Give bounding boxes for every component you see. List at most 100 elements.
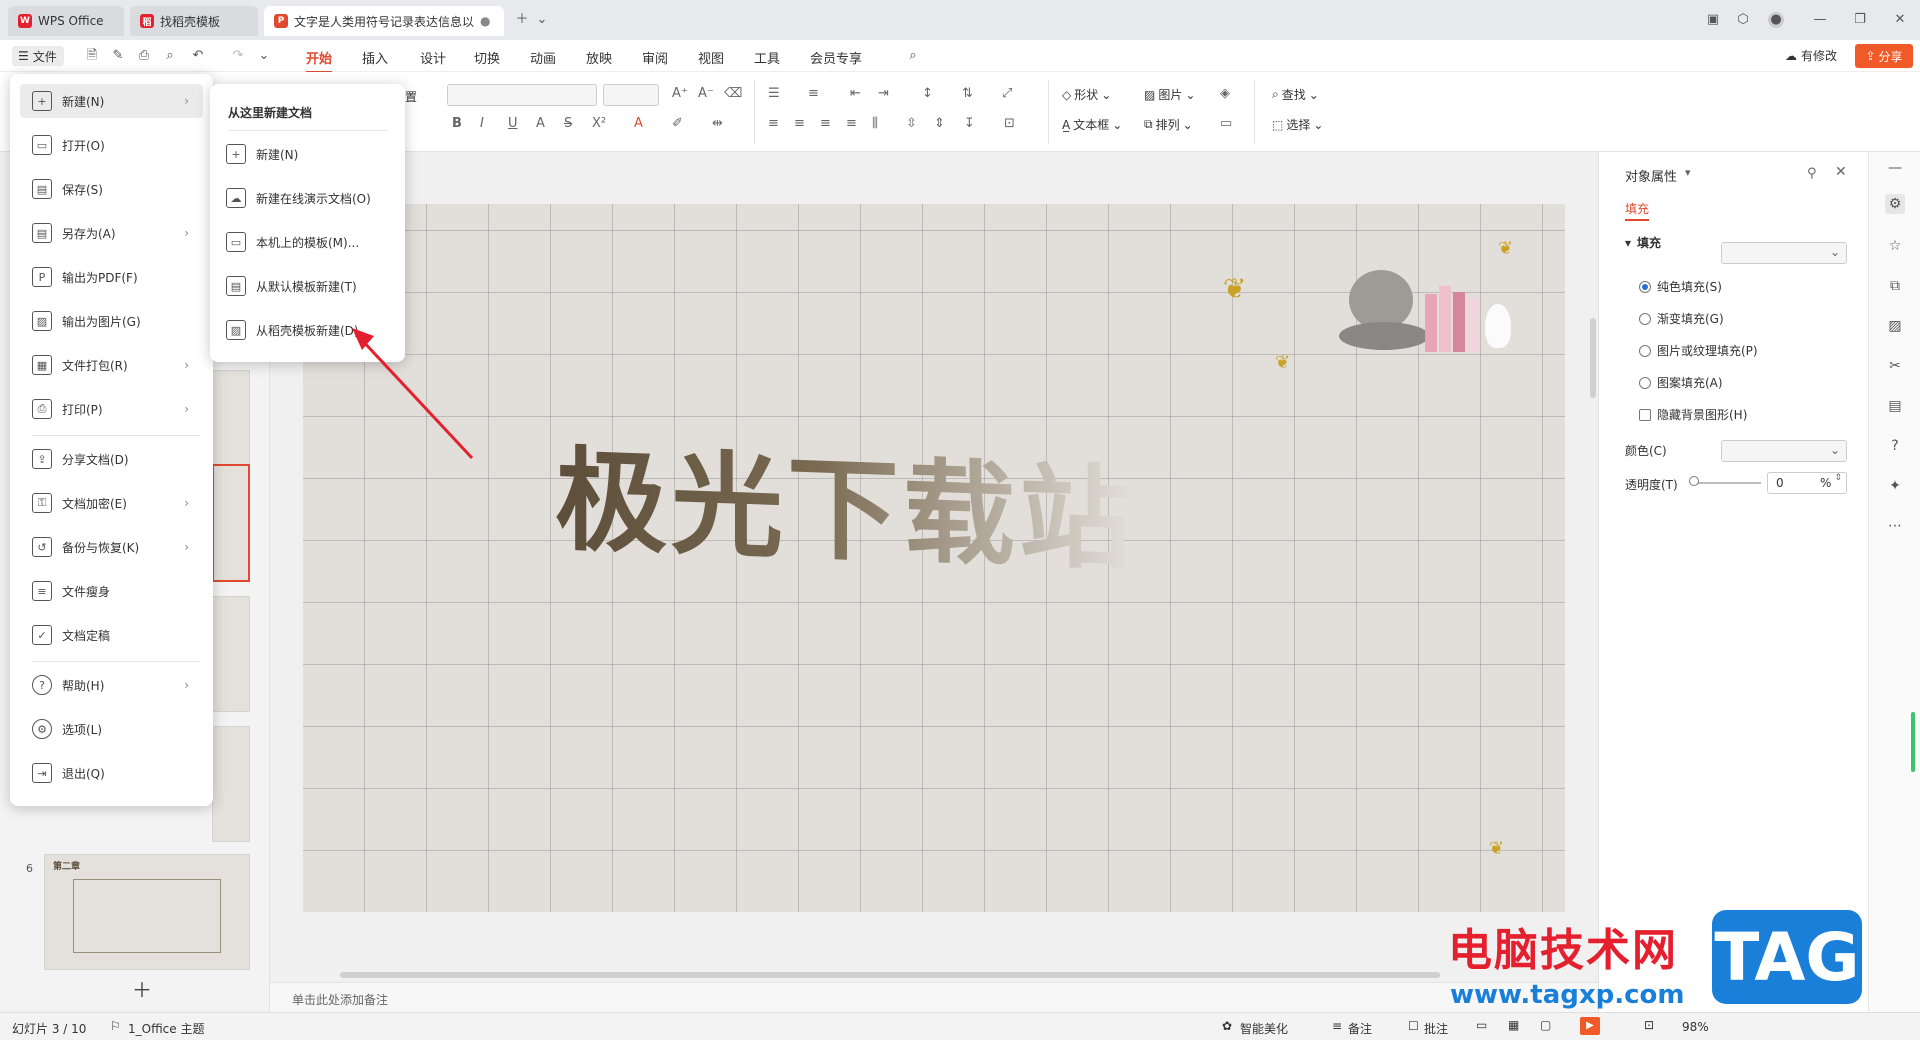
option-pattern-fill[interactable]: 图案填充(A) — [1639, 374, 1723, 391]
rail-scroll-indicator[interactable] — [1911, 712, 1915, 772]
paragraph-spacing-icon[interactable]: ⇕ — [934, 116, 945, 131]
search-icon[interactable]: ⌕ — [905, 48, 921, 64]
tab-insert[interactable]: 插入 — [362, 48, 388, 67]
file-menu-share[interactable]: ⇪ 分享文档(D) — [20, 442, 203, 476]
sorter-view-icon[interactable]: ▦ — [1508, 1018, 1519, 1032]
text-direction-icon[interactable]: ⤢ — [1002, 86, 1012, 101]
tab-home[interactable]: 开始 — [306, 48, 333, 73]
save-quick-icon[interactable]: 🗎 — [84, 48, 100, 64]
fill-type-select[interactable]: ⌄ — [1721, 242, 1847, 264]
shape-button[interactable]: ◇ 形状 ⌄ — [1062, 86, 1111, 103]
tab-member[interactable]: 会员专享 — [810, 48, 862, 67]
file-menu-help[interactable]: ? 帮助(H) › — [20, 668, 203, 702]
increase-font-icon[interactable]: A⁺ — [672, 86, 688, 101]
find-button[interactable]: ⌕ 查找 ⌄ — [1272, 86, 1319, 103]
notes-toggle[interactable]: 备注 — [1348, 1020, 1372, 1037]
slide-thumbnail-3-selected[interactable] — [212, 464, 250, 582]
book-icon[interactable]: ▤ — [1885, 396, 1905, 416]
more-icon[interactable]: ⋯ — [1885, 516, 1905, 536]
fill-section-header[interactable]: ▾ 填充 — [1625, 234, 1661, 251]
puzzle-icon[interactable]: ✦ — [1885, 476, 1905, 496]
rail-collapse-icon[interactable]: — — [1885, 158, 1905, 178]
tab-wps-office[interactable]: W WPS Office — [8, 6, 124, 36]
fill-bucket-icon[interactable]: ◈ — [1220, 86, 1230, 101]
radio-gradient[interactable] — [1639, 312, 1651, 325]
reset-label[interactable]: 置 — [405, 88, 417, 105]
file-menu-exit[interactable]: ⇥ 退出(Q) — [20, 756, 203, 790]
vertical-align-icon[interactable]: ⇳ — [906, 116, 917, 131]
help-icon[interactable]: ? — [1885, 436, 1905, 456]
textbox-button[interactable]: A̲ 文本框 ⌄ — [1062, 116, 1122, 133]
outdent-icon[interactable]: ⇤ — [850, 86, 861, 101]
select-button[interactable]: ⬚ 选择 ⌄ — [1272, 116, 1323, 133]
file-menu-options[interactable]: ⚙ 选项(L) — [20, 712, 203, 746]
cube-icon[interactable]: ⬡ — [1735, 12, 1751, 28]
font-family-select[interactable] — [447, 84, 597, 106]
slide-title[interactable]: 极光下载站 — [555, 410, 1135, 592]
submenu-new[interactable]: + 新建(N) — [226, 138, 396, 170]
tab-design[interactable]: 设计 — [420, 48, 446, 67]
quick-access-chevron-icon[interactable]: ⌄ — [256, 48, 272, 64]
undo-icon[interactable]: ↶ — [190, 48, 206, 64]
layout-icon[interactable]: ▣ — [1705, 12, 1721, 28]
file-menu-save-as[interactable]: ▤ 另存为(A) › — [20, 216, 203, 250]
file-menu-print[interactable]: ⎙ 打印(P) › — [20, 392, 203, 426]
tab-docer-templates[interactable]: 稻 找稻壳模板 — [130, 6, 258, 36]
justify-icon[interactable]: ≡ — [846, 116, 857, 131]
strikethrough-icon[interactable]: S — [564, 116, 572, 131]
tab-tools[interactable]: 工具 — [754, 48, 780, 67]
print-preview-icon[interactable]: ⌕ — [162, 48, 178, 64]
tools-icon[interactable]: ✂ — [1885, 356, 1905, 376]
file-menu-save[interactable]: ▤ 保存(S) — [20, 172, 203, 206]
radio-picture[interactable] — [1639, 344, 1651, 357]
hide-background-checkbox[interactable]: 隐藏背景图形(H) — [1639, 406, 1747, 423]
notes-area[interactable]: 单击此处添加备注 — [270, 982, 1598, 1012]
close-icon[interactable]: ✕ — [1892, 12, 1908, 28]
comments-toggle[interactable]: 批注 — [1424, 1020, 1448, 1037]
file-menu-finalize[interactable]: ✓ 文档定稿 — [20, 618, 203, 652]
panel-tab-fill[interactable]: 填充 — [1625, 200, 1650, 221]
para-spacing-down-icon[interactable]: ↧ — [964, 116, 975, 131]
outline-icon[interactable]: ▭ — [1220, 116, 1232, 131]
minimize-icon[interactable]: — — [1812, 12, 1828, 28]
underline-icon[interactable]: U — [508, 116, 518, 131]
font-color-icon[interactable]: A — [634, 116, 643, 131]
vertical-scrollbar[interactable] — [1590, 318, 1596, 398]
file-menu-package[interactable]: ▦ 文件打包(R) › — [20, 348, 203, 382]
text-box-fit-icon[interactable]: ⊡ — [1004, 116, 1015, 131]
tab-view[interactable]: 视图 — [698, 48, 724, 67]
tab-list-chevron-icon[interactable]: ⌄ — [534, 12, 550, 28]
avatar[interactable]: ● — [1768, 12, 1784, 28]
pin-icon[interactable]: ⚲ — [1807, 166, 1817, 181]
align-left-icon[interactable]: ≡ — [768, 116, 779, 131]
slide-thumbnail-5[interactable] — [212, 726, 250, 842]
horizontal-scrollbar[interactable] — [340, 972, 1440, 978]
slide-thumbnail-4[interactable] — [212, 596, 250, 712]
slide-thumbnail-6[interactable]: 第二章 — [44, 854, 250, 970]
stepper-icon[interactable]: ⇕ — [1834, 473, 1842, 483]
bold-icon[interactable]: B — [452, 116, 462, 131]
normal-view-icon[interactable]: ▭ — [1476, 1018, 1487, 1032]
add-slide-icon[interactable]: ＋ — [132, 974, 152, 1003]
arrange-button[interactable]: ⧉ 排列 ⌄ — [1144, 116, 1193, 133]
font-size-select[interactable] — [603, 84, 659, 106]
file-menu-new[interactable]: + 新建(N) › — [20, 84, 203, 118]
file-menu-button[interactable]: ☰ 文件 — [12, 46, 64, 66]
transparency-slider[interactable] — [1691, 482, 1761, 484]
file-menu-backup[interactable]: ↺ 备份与恢复(K) › — [20, 530, 203, 564]
tab-transition[interactable]: 切换 — [474, 48, 500, 67]
picture-button[interactable]: ▨ 图片 ⌄ — [1144, 86, 1195, 103]
decrease-font-icon[interactable]: A⁻ — [698, 86, 714, 101]
file-menu-open[interactable]: ▭ 打开(O) — [20, 128, 203, 162]
modified-status[interactable]: ☁ 有修改 — [1785, 47, 1837, 64]
color-select[interactable]: ⌄ — [1721, 440, 1847, 462]
superscript-icon[interactable]: X² — [592, 116, 606, 131]
share-button[interactable]: ⇪ 分享 — [1855, 44, 1913, 68]
option-gradient-fill[interactable]: 渐变填充(G) — [1639, 310, 1724, 327]
file-menu-export-pdf[interactable]: P 输出为PDF(F) — [20, 260, 203, 294]
properties-icon[interactable]: ⚙ — [1885, 194, 1905, 214]
slider-handle[interactable] — [1689, 476, 1699, 486]
submenu-new-online[interactable]: ☁ 新建在线演示文档(O) — [226, 182, 396, 214]
tab-review[interactable]: 审阅 — [642, 48, 668, 67]
tab-animation[interactable]: 动画 — [530, 48, 556, 67]
